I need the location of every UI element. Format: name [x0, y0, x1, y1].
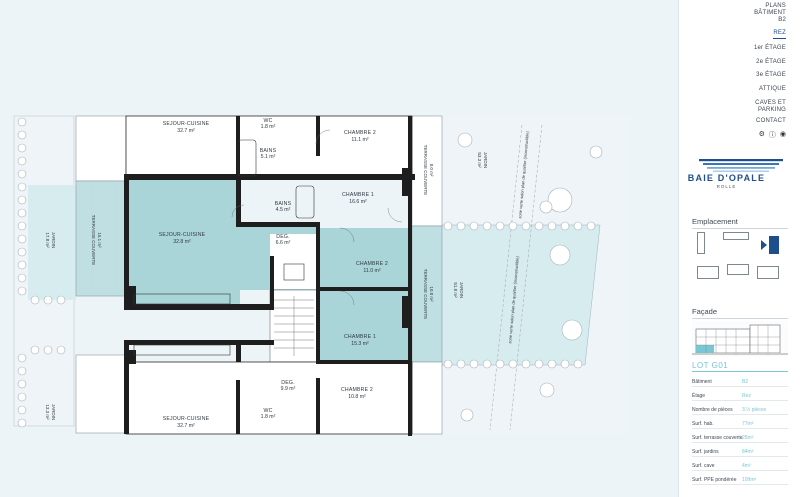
- gear-icon[interactable]: ⚙: [759, 130, 765, 140]
- building-a2-box[interactable]: [727, 264, 749, 275]
- room-label: CHAMBRE 2: [341, 387, 373, 393]
- terrace-area: 15.1 m²: [97, 232, 102, 248]
- garden-label: JARDIN: [483, 152, 488, 168]
- room-area: 32.7 m²: [177, 423, 195, 429]
- nav-caves-line2[interactable]: PARKING: [758, 107, 786, 114]
- lot-row: Bâtiment B2: [692, 375, 788, 387]
- lot-row: Surf. PPE pondérée 109m²: [692, 473, 788, 485]
- terrace-label: TERRASSE COUVERTE: [91, 215, 96, 265]
- globe-icon[interactable]: ◉: [780, 130, 786, 140]
- room-label: CHAMBRE 1: [342, 192, 374, 198]
- terrace-area: 10.8 m²: [429, 286, 434, 302]
- nav-attique[interactable]: ATTIQUE: [759, 86, 786, 93]
- nav-1er-etage[interactable]: 1er ÉTAGE: [754, 45, 786, 52]
- garden-label: JARDIN: [51, 404, 56, 420]
- lot-row-label: Nombre de pièces: [692, 407, 733, 413]
- nav-plans-line1[interactable]: PLANS: [765, 3, 786, 10]
- lot-divider: [692, 371, 788, 372]
- lot-row: Surf. jardins 84m²: [692, 445, 788, 457]
- lot-row: Nombre de pièces 3.½ pièces: [692, 403, 788, 415]
- nav-rez[interactable]: REZ: [773, 30, 786, 39]
- room-label: CHAMBRE 2: [356, 261, 388, 267]
- lot-row-value: 4m²: [742, 463, 751, 469]
- garden-area: 17.8 m²: [45, 232, 50, 248]
- lot-row-label: Surf. jardins: [692, 449, 719, 455]
- room-label: CHAMBRE 2: [344, 130, 376, 136]
- room-area: 16.6 m²: [349, 199, 367, 205]
- brand-name: BAIE D'OPALE: [687, 173, 766, 183]
- info-icon[interactable]: ⓘ: [769, 130, 776, 140]
- room-label: CHAMBRE 1: [344, 334, 376, 340]
- room-area: 11.1 m²: [351, 137, 368, 143]
- room-area: 5.1 m²: [261, 154, 276, 160]
- lot-row-label: Étage: [692, 393, 706, 399]
- nav-plans-line3[interactable]: B2: [778, 17, 786, 24]
- lot-row: Étage Rez: [692, 389, 788, 401]
- nav-2e-etage[interactable]: 2e ÉTAGE: [756, 59, 786, 66]
- garden-area: 13.3 m²: [45, 404, 50, 420]
- building-b3-box[interactable]: [723, 232, 749, 240]
- floor-plan-svg: SEJOUR-CUISINE 32.7 m² WC 1.8 m² BAINS 5…: [13, 115, 630, 436]
- garden-area: 53.3 m²: [477, 152, 482, 168]
- lot-title: LOT G01: [692, 361, 729, 370]
- room-area: 1.8 m²: [261, 124, 276, 130]
- lot-row-value: 84m²: [742, 449, 754, 455]
- terrace-area: 8.0 m²: [429, 164, 434, 177]
- divider: [692, 318, 788, 319]
- garden-label: JARDIN: [51, 232, 56, 248]
- lot-row-label: Surf. cave: [692, 463, 715, 469]
- nav-contact[interactable]: CONTACT: [756, 118, 786, 125]
- terrace-label: TERRASSE COUVERTE: [423, 269, 428, 319]
- nav-caves-line1[interactable]: CAVES ET: [755, 100, 786, 107]
- lot-row-label: Surf. terrasse couverte: [692, 435, 743, 441]
- room-area: 11.0 m²: [363, 268, 380, 274]
- lot-row-label: Surf. PPE pondérée: [692, 477, 737, 483]
- sidebar: PLANS BÂTIMENT B2 REZ 1er ÉTAGE 2e ÉTAGE…: [678, 0, 800, 497]
- lot-row: Surf. terrasse couverte 25m²: [692, 431, 788, 443]
- lot-row: Surf. cave 4m²: [692, 459, 788, 471]
- lot-row-value: B2: [742, 379, 749, 385]
- room-label: SEJOUR-CUISINE: [163, 416, 210, 422]
- lot-row-value: Rez: [742, 393, 751, 399]
- garden-area: 51.8 m²: [453, 282, 458, 298]
- nav-icon-row: ⚙ ⓘ ◉: [759, 130, 786, 140]
- lot-row-label: Bâtiment: [692, 379, 712, 385]
- lot-row-value: 77m²: [742, 421, 754, 427]
- room-area: 32.7 m²: [177, 128, 195, 134]
- room-area: 32.8 m²: [173, 239, 191, 245]
- nav-plans-line2[interactable]: BÂTIMENT: [754, 10, 786, 17]
- current-building-arrow-icon: [761, 240, 767, 250]
- room-area: 6.6 m²: [276, 240, 291, 246]
- room-area: 4.5 m²: [276, 207, 291, 213]
- room-label: SEJOUR-CUISINE: [159, 232, 206, 238]
- building-b2-box-active[interactable]: [769, 236, 779, 254]
- lot-row-value: 109m²: [742, 477, 757, 483]
- garden-label: JARDIN: [459, 282, 464, 298]
- nav-3e-etage[interactable]: 3e ÉTAGE: [756, 72, 786, 79]
- lot-row: Surf. hab. 77m²: [692, 417, 788, 429]
- lot-row-label: Surf. hab.: [692, 421, 714, 427]
- facade-thumbnail-icon: [692, 321, 788, 357]
- room-area: 1.8 m²: [261, 414, 276, 420]
- room-area: 9.9 m²: [281, 386, 296, 392]
- building-a1-box[interactable]: [697, 266, 719, 279]
- floor-plan-area: SEJOUR-CUISINE 32.7 m² WC 1.8 m² BAINS 5…: [0, 0, 678, 497]
- room-area: 15.3 m²: [351, 341, 369, 347]
- building-a3-box[interactable]: [757, 266, 779, 279]
- room-area: 10.8 m²: [348, 394, 366, 400]
- brand-sub: ROLLE: [716, 184, 737, 189]
- building-b1-box[interactable]: [697, 232, 705, 254]
- lot-row-value: 25m²: [742, 435, 754, 441]
- divider: [692, 228, 788, 229]
- facade-label: Façade: [692, 307, 718, 316]
- room-label: SEJOUR-CUISINE: [163, 121, 210, 127]
- lot-row-value: 3.½ pièces: [742, 407, 767, 413]
- emplacement-label: Emplacement: [692, 217, 738, 226]
- terrace-label: TERRASSE COUVERTE: [423, 145, 428, 195]
